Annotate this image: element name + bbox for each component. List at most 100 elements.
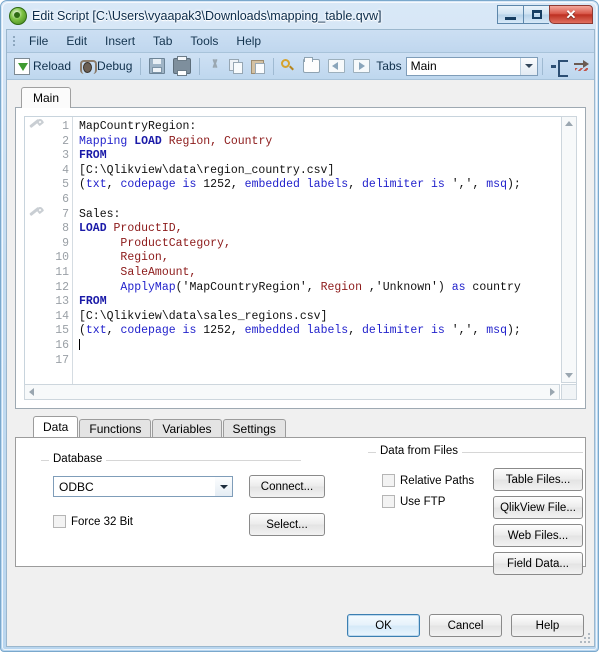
go-to-button[interactable] (570, 58, 594, 75)
code-token: delimiter is (362, 178, 445, 192)
menu-item-help[interactable]: Help (227, 31, 270, 51)
gutter-spacer (25, 149, 47, 164)
dialog-footer: OK Cancel Help (347, 614, 584, 637)
chevron-down-icon[interactable] (215, 477, 232, 496)
menu-item-edit[interactable]: Edit (57, 31, 96, 51)
code-token: ('MapCountryRegion', (175, 280, 321, 294)
checkbox-box[interactable] (382, 495, 395, 508)
code-token: as (451, 280, 466, 294)
cut-button[interactable] (204, 57, 225, 75)
code-token: ,'Unknown') (362, 280, 452, 294)
close-button[interactable]: ✕ (549, 5, 593, 24)
web-files-button[interactable]: Web Files... (493, 524, 583, 547)
database-source-dropdown[interactable]: ODBC (53, 476, 233, 497)
menu-item-insert[interactable]: Insert (96, 31, 144, 51)
tabs-dropdown[interactable]: Main (405, 56, 539, 76)
menu-item-tools[interactable]: Tools (181, 31, 227, 51)
window-title: Edit Script [C:\Users\vyaapak3\Downloads… (32, 9, 382, 23)
gutter-spacer (25, 281, 47, 296)
checkbox-box[interactable] (382, 474, 395, 487)
next-tab-button[interactable] (349, 57, 374, 75)
editor-vertical-scrollbar[interactable] (561, 116, 577, 383)
paste-button[interactable] (247, 57, 269, 75)
checkbox-box[interactable] (53, 515, 66, 528)
scrollbar-corner (561, 384, 577, 400)
line-number: 4 (62, 163, 69, 177)
code-token: , (106, 178, 121, 192)
use-ftp-checkbox[interactable]: Use FTP (382, 495, 445, 508)
line-number: 2 (62, 134, 69, 148)
code-token: FROM (79, 149, 107, 163)
chevron-down-icon[interactable] (520, 57, 538, 75)
copy-button[interactable] (225, 57, 247, 75)
menu-item-file[interactable]: File (20, 31, 57, 51)
script-tab-strip: Main (15, 86, 586, 108)
menu-grip-icon (10, 33, 18, 49)
reload-button[interactable]: Reload (10, 56, 75, 77)
connect-button[interactable]: Connect... (249, 475, 325, 498)
tab-order-icon (550, 59, 568, 77)
debug-button[interactable]: Debug (75, 57, 136, 75)
code-token: ',', (444, 324, 487, 338)
script-tab-main[interactable]: Main (21, 87, 72, 108)
script-editor[interactable]: 1 2 3 4 5 6 7 8 9 10 11 12 13 14 15 16 17 MapCountryRegi… (15, 107, 586, 409)
gutter-spacer (25, 193, 47, 208)
table-files-button[interactable]: Table Files... (493, 468, 583, 491)
search-button[interactable] (277, 57, 299, 75)
scroll-right-icon[interactable] (546, 386, 559, 399)
code-token: , (106, 324, 121, 338)
previous-tab-icon (328, 59, 346, 73)
database-group-title: Database (49, 453, 107, 465)
tab-variables[interactable]: Variables (152, 419, 222, 438)
data-tab-panel: Database ODBC Force 32 Bit Connect... Se… (15, 437, 586, 575)
select-button[interactable]: Select... (249, 513, 325, 536)
ok-button[interactable]: OK (347, 614, 420, 637)
tab-order-button[interactable] (547, 58, 570, 77)
code-line: FROM (79, 149, 576, 164)
previous-tab-button[interactable] (324, 57, 349, 75)
code-line: Sales: (79, 208, 576, 223)
code-token: ApplyMap (120, 280, 176, 294)
relative-paths-checkbox[interactable]: Relative Paths (382, 474, 474, 487)
code-token: delimiter is (362, 324, 445, 338)
resize-grip-icon[interactable] (578, 631, 590, 643)
maximize-button[interactable] (523, 5, 549, 24)
line-number: 7 (62, 207, 69, 221)
toolbar-separator (542, 57, 543, 75)
toolbar-separator (272, 57, 274, 75)
tabs-label: Tabs (376, 59, 402, 73)
title-bar: Edit Script [C:\Users\vyaapak3\Downloads… (5, 3, 596, 29)
toolbar: Reload Debug Tabs Main (7, 53, 594, 80)
minimize-button[interactable] (497, 5, 523, 24)
gutter-spacer (25, 266, 47, 281)
window-controls: ✕ (497, 5, 593, 24)
tab-settings[interactable]: Settings (222, 419, 286, 438)
menu-item-tab[interactable]: Tab (144, 31, 181, 51)
scroll-left-icon[interactable] (25, 386, 38, 399)
editor-horizontal-scrollbar[interactable] (24, 384, 560, 400)
scroll-down-icon[interactable] (563, 369, 576, 382)
qlikview-file-button[interactable]: QlikView File... (493, 496, 583, 519)
script-editor-surface[interactable]: 1 2 3 4 5 6 7 8 9 10 11 12 13 14 15 16 17 MapCountryRegi… (24, 116, 577, 400)
cancel-button[interactable]: Cancel (429, 614, 502, 637)
save-button[interactable] (145, 56, 169, 76)
tab-functions[interactable]: Functions (79, 419, 152, 438)
print-button[interactable] (169, 56, 195, 76)
script-code-text[interactable]: MapCountryRegion: Mapping LOAD Region, Co… (73, 117, 576, 399)
open-folder-button[interactable] (299, 57, 324, 75)
cut-icon (208, 59, 221, 73)
help-button[interactable]: Help (511, 614, 584, 637)
gutter-spacer (25, 310, 47, 325)
dialog-body: Main 1 2 3 4 5 6 7 8 9 10 11 12 13 14 15 16 17 MapCountr… (7, 80, 594, 646)
force-32-bit-checkbox[interactable]: Force 32 Bit (53, 515, 133, 528)
field-data-button[interactable]: Field Data... (493, 552, 583, 575)
code-token: ); (506, 178, 521, 192)
tab-data[interactable]: Data (33, 416, 79, 437)
statement-marker-icon (25, 208, 47, 223)
code-token: FROM (79, 295, 107, 309)
scroll-up-icon[interactable] (563, 117, 576, 130)
code-token: , (348, 178, 363, 192)
code-token: [C:\Qlikview\data\sales_regions.csv] (79, 309, 328, 323)
